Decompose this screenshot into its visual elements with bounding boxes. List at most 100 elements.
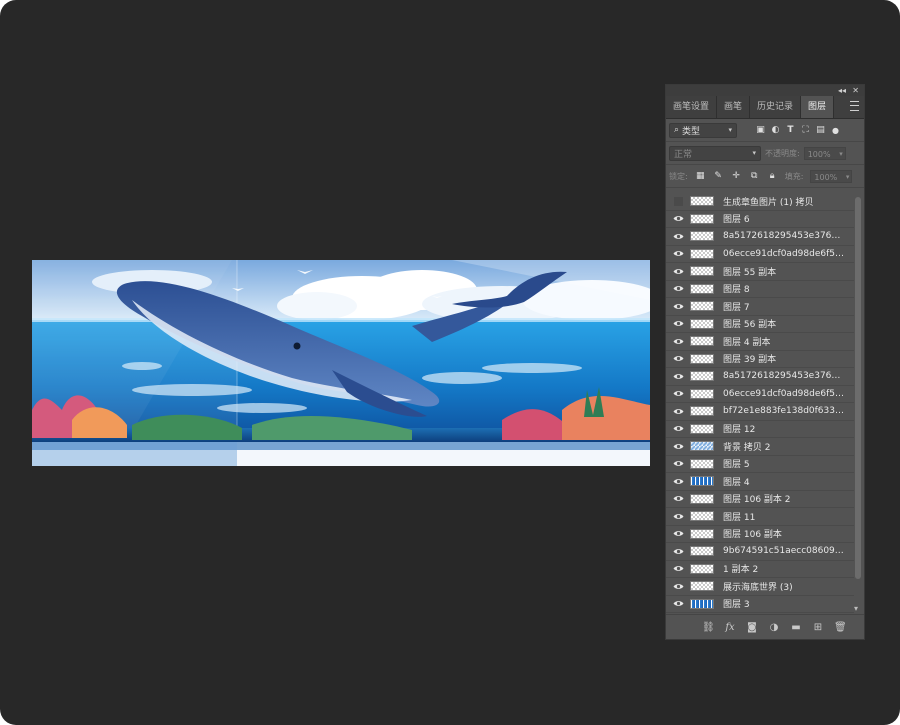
- layer-row[interactable]: 图层 106 副本 2: [666, 490, 854, 508]
- layer-thumbnail: [690, 441, 714, 452]
- layer-name: 06ecce91dcf0ad98de6f5d1...: [723, 388, 845, 399]
- layer-name: 图层 4 副本: [723, 337, 771, 348]
- eye-visibility-icon[interactable]: [666, 420, 690, 437]
- layer-row[interactable]: 06ecce91dcf0ad98de6f5d1...: [666, 385, 854, 403]
- layer-row[interactable]: 图层 39 副本: [666, 350, 854, 368]
- layer-name: 图层 11: [723, 512, 756, 523]
- eye-visibility-icon[interactable]: [666, 595, 690, 612]
- lock-position-icon[interactable]: ✛: [731, 171, 742, 182]
- filter-adjustment-icon[interactable]: ◐: [770, 125, 781, 136]
- layer-thumbnail: [690, 546, 714, 557]
- eye-visibility-icon[interactable]: [666, 280, 690, 297]
- layer-row[interactable]: 图层 11: [666, 508, 854, 526]
- layer-name: 生成章鱼图片 (1) 拷贝: [723, 197, 814, 208]
- scroll-down-icon[interactable]: ▾: [854, 604, 858, 613]
- adjustment-icon[interactable]: ◑: [768, 622, 780, 633]
- tab-brush[interactable]: 画笔: [717, 96, 751, 118]
- filter-kind-dropdown[interactable]: ⌕ 类型 ▾: [669, 122, 737, 138]
- layer-row[interactable]: 生成章鱼图片 (1) 拷贝: [666, 193, 854, 211]
- link-icon[interactable]: ⛓: [702, 622, 715, 633]
- layer-row[interactable]: 图层 55 副本: [666, 263, 854, 281]
- new-layer-icon[interactable]: ⊞: [812, 622, 824, 633]
- layer-row[interactable]: 图层 12: [666, 420, 854, 438]
- panel-menu-icon[interactable]: [850, 101, 859, 111]
- eye-visibility-icon[interactable]: [666, 350, 690, 367]
- lock-image-icon[interactable]: ✎: [713, 171, 724, 182]
- filter-kind-label: 类型: [682, 126, 701, 137]
- filter-type-icon[interactable]: T: [785, 125, 796, 136]
- layer-row[interactable]: 9b674591c51aecc0860969...: [666, 543, 854, 561]
- layer-row[interactable]: 图层 7: [666, 298, 854, 316]
- layer-thumbnail: [690, 406, 714, 417]
- fill-label: 填充:: [784, 171, 804, 181]
- eye-visibility-icon[interactable]: [666, 210, 690, 227]
- eye-visibility-icon[interactable]: [666, 403, 690, 420]
- document-canvas[interactable]: [32, 260, 650, 466]
- layer-row[interactable]: 06ecce91dcf0ad98de6f5d1...: [666, 245, 854, 263]
- layer-name: 图层 56 副本: [723, 320, 777, 331]
- eye-visibility-icon[interactable]: [666, 228, 690, 245]
- layer-row[interactable]: 图层 5: [666, 455, 854, 473]
- layer-row[interactable]: 8a5172618295453e376b8f...: [666, 368, 854, 386]
- eye-visibility-icon[interactable]: [666, 385, 690, 402]
- lock-artboard-icon[interactable]: ⧉: [749, 171, 760, 182]
- lock-transparent-icon[interactable]: ▦: [695, 171, 706, 182]
- mask-icon[interactable]: ◙: [746, 622, 758, 633]
- layer-row[interactable]: 图层 6: [666, 210, 854, 228]
- tab-history[interactable]: 历史记录: [750, 96, 802, 118]
- layer-row[interactable]: 背景 拷贝 2: [666, 438, 854, 456]
- layer-row[interactable]: 图层 4: [666, 473, 854, 491]
- layer-row[interactable]: 8a5172618295453e376b8f...: [666, 228, 854, 246]
- blend-mode-dropdown[interactable]: 正常 ▾: [669, 145, 761, 161]
- layer-row[interactable]: 图层 8: [666, 280, 854, 298]
- tab-brush-settings[interactable]: 画笔设置: [666, 96, 718, 118]
- eye-visibility-icon[interactable]: [666, 560, 690, 577]
- layer-row[interactable]: 图层 3: [666, 595, 854, 613]
- visibility-toggle-off-icon[interactable]: [666, 193, 690, 210]
- tab-layers[interactable]: 图层: [801, 96, 835, 118]
- layer-thumbnail: [690, 458, 714, 469]
- eye-visibility-icon[interactable]: [666, 438, 690, 455]
- filter-toggle-icon[interactable]: ●: [830, 125, 841, 136]
- panel-title-bar: ◂◂ ✕: [666, 85, 864, 96]
- filter-shape-icon[interactable]: ⛶: [800, 125, 811, 136]
- eye-visibility-icon[interactable]: [666, 315, 690, 332]
- layer-row[interactable]: 1 副本 2: [666, 560, 854, 578]
- fill-field[interactable]: 100% ▾: [810, 169, 853, 183]
- eye-visibility-icon[interactable]: [666, 490, 690, 507]
- eye-visibility-icon[interactable]: [666, 298, 690, 315]
- filter-smart-object-icon[interactable]: ▤: [815, 125, 826, 136]
- layer-name: 展示海底世界 (3): [723, 582, 793, 593]
- eye-visibility-icon[interactable]: [666, 508, 690, 525]
- layer-row[interactable]: bf72e1e883fe138d0f63353...: [666, 403, 854, 421]
- layer-name: 图层 6: [723, 215, 750, 226]
- chevron-down-icon: ▾: [845, 172, 850, 181]
- eye-visibility-icon[interactable]: [666, 368, 690, 385]
- layer-name: 图层 106 副本: [723, 530, 782, 541]
- eye-visibility-icon[interactable]: [666, 525, 690, 542]
- fx-icon[interactable]: fx: [724, 622, 736, 633]
- eye-visibility-icon[interactable]: [666, 333, 690, 350]
- layer-row[interactable]: 图层 106 副本: [666, 525, 854, 543]
- filter-pixel-icon[interactable]: ▣: [755, 125, 766, 136]
- layer-row[interactable]: 展示海底世界 (3): [666, 578, 854, 596]
- layer-thumbnail: [690, 476, 714, 487]
- layer-row[interactable]: 图层 4 副本: [666, 333, 854, 351]
- collapse-panel-icon[interactable]: ◂◂: [838, 85, 846, 96]
- eye-visibility-icon[interactable]: [666, 578, 690, 595]
- layer-name: 图层 7: [723, 302, 750, 313]
- lock-all-icon[interactable]: 🔒︎: [767, 171, 778, 182]
- layer-list-scrollbar[interactable]: ▾: [853, 193, 863, 613]
- folder-icon[interactable]: ▬: [790, 622, 802, 633]
- layer-row[interactable]: 图层 56 副本: [666, 315, 854, 333]
- trash-icon[interactable]: 🗑︎: [834, 622, 847, 633]
- eye-visibility-icon[interactable]: [666, 245, 690, 262]
- layer-thumbnail: [690, 266, 714, 277]
- eye-visibility-icon[interactable]: [666, 455, 690, 472]
- eye-visibility-icon[interactable]: [666, 543, 690, 560]
- eye-visibility-icon[interactable]: [666, 263, 690, 280]
- opacity-field[interactable]: 100% ▾: [803, 146, 846, 160]
- scrollbar-thumb[interactable]: [855, 197, 861, 579]
- eye-visibility-icon[interactable]: [666, 473, 690, 490]
- close-panel-icon[interactable]: ✕: [852, 85, 859, 96]
